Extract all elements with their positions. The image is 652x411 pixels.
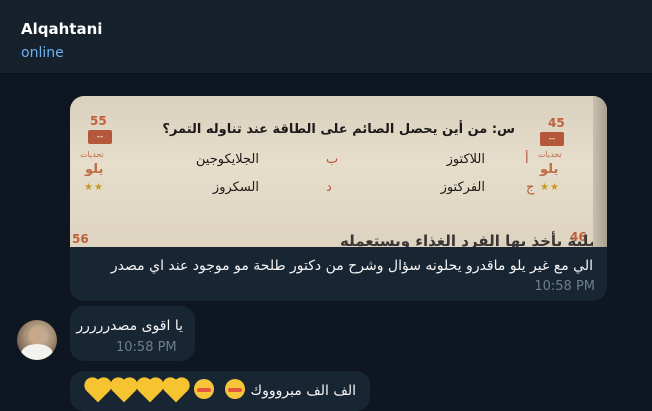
blushing-face-icon [194,379,215,399]
page-fold [593,96,607,247]
emoji-group [86,379,251,403]
message-text: يا اقوى مصدررررر [76,318,183,334]
side-label: تحديات [80,150,104,159]
blushing-face-icon [225,379,246,399]
side-label: تحديات [538,150,562,159]
contact-name[interactable]: Alqahtani [21,20,102,38]
chat-header[interactable]: Alqahtani online [0,0,652,74]
option-letter: أ [525,152,529,167]
option-letter: ب [326,152,339,167]
message-caption: الي مع غير يلو ماقدرو يحلونه سؤال وشرح م… [110,258,593,274]
score-box: -- [88,130,112,144]
page-number: 55 [90,114,107,128]
page-bottom-text: عملية يأخذ بها الفرد الغذاء ويستعمله [340,232,607,247]
option-letter: د [326,180,332,195]
avatar-body [21,344,53,360]
yellow-heart-icon [164,379,188,403]
option-text: السكروز [212,180,259,195]
yelo-logo: يلو [540,162,559,177]
yellow-heart-icon [138,379,162,403]
online-status: online [21,45,64,61]
score-box: -- [540,132,564,146]
page-number: 45 [548,116,565,130]
stars-icon: ★★ [540,182,560,193]
avatar-head [29,326,45,344]
sender-avatar[interactable] [17,320,57,360]
option-text: اللاكتوز [446,152,485,167]
message-time: 10:58 PM [116,340,177,355]
message-bubble-text[interactable]: الف الف مبروووك [70,371,370,411]
question-text: س: من أين يحصل الصائم على الطاقة عند تنا… [162,122,515,137]
message-time: 10:58 PM [534,279,595,294]
question-photo[interactable]: 55 45 56 46 -- -- تحديات تحديات يلو يلو … [70,96,607,247]
message-bubble-text[interactable]: يا اقوى مصدررررر 10:58 PM [70,306,195,361]
option-text: الفركتوز [440,180,485,195]
page-number: 56 [72,232,89,246]
stars-icon: ★★ [84,182,104,193]
message-bubble-photo[interactable]: 55 45 56 46 -- -- تحديات تحديات يلو يلو … [70,96,607,301]
option-text: الجلايكوجين [195,152,259,167]
yellow-heart-icon [86,379,110,403]
yellow-heart-icon [112,379,136,403]
option-letter: ج [526,180,535,195]
yelo-logo: يلو [85,162,104,177]
